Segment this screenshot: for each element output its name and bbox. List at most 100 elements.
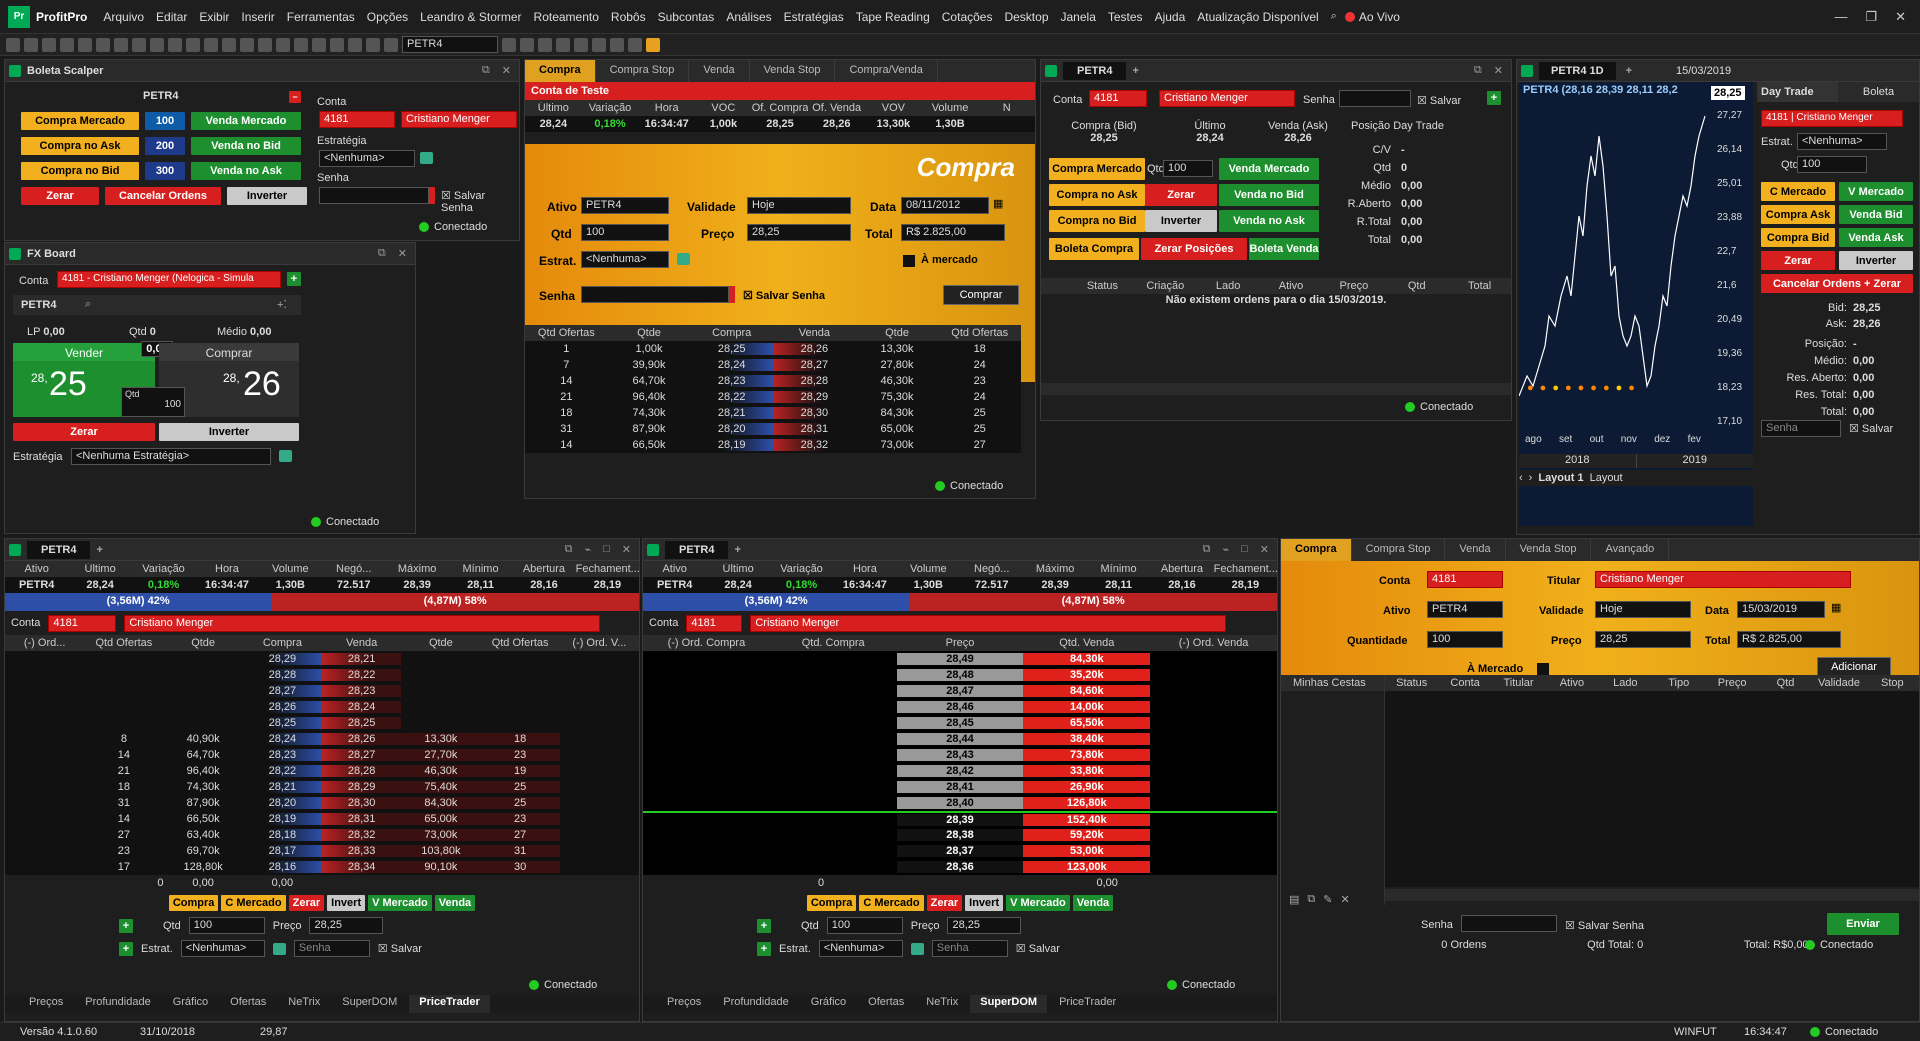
menu-item[interactable]: Robôs — [605, 10, 652, 24]
compra-bid-button[interactable]: Compra no Bid — [1049, 210, 1145, 232]
add-tab-icon[interactable]: + — [96, 544, 102, 556]
strategy-icon[interactable] — [677, 253, 690, 265]
data-input[interactable]: 15/03/2019 — [1737, 601, 1825, 618]
timeframe-icon[interactable] — [168, 37, 182, 52]
zoom-in-icon[interactable] — [330, 37, 344, 52]
adicionar-button[interactable]: Adicionar — [1817, 657, 1891, 677]
add-icon[interactable]: + — [287, 272, 301, 286]
bottom-tab-preços[interactable]: Preços — [657, 995, 711, 1013]
compra-bid-button[interactable]: Compra no Bid — [21, 162, 139, 180]
maximize-icon[interactable]: □ — [603, 543, 610, 556]
layout-tab[interactable]: Layout 1 — [1538, 472, 1583, 484]
salvar-checkbox[interactable]: ☒ Salvar — [1849, 422, 1893, 435]
tab-venda-stop[interactable]: Venda Stop — [1505, 539, 1592, 561]
book-row[interactable]: 27 63,40k 28,18 28,32 73,00k 27 — [5, 827, 639, 843]
dom-row[interactable]: 28,38 59,20k — [643, 827, 1277, 843]
preco-input[interactable]: 28,25 — [309, 917, 384, 934]
add-icon[interactable]: + — [757, 918, 771, 933]
venda-bid-button[interactable]: Venda Bid — [1839, 205, 1913, 224]
qty-300-button[interactable]: 300 — [145, 162, 185, 180]
boleta-compra-button[interactable]: Boleta Compra — [1049, 238, 1139, 260]
inverter-button[interactable]: Inverter — [159, 423, 299, 441]
action-invert-button[interactable]: Invert — [965, 895, 1004, 911]
close-icon[interactable]: ✕ — [1260, 543, 1269, 556]
search-icon[interactable]: ⌕ — [1331, 10, 1337, 23]
calculator-icon[interactable] — [502, 37, 516, 52]
bottom-tab-pricetrader[interactable]: PriceTrader — [1049, 995, 1126, 1013]
tab-compra[interactable]: Compra — [1281, 539, 1352, 561]
salvar-senha-checkbox[interactable]: ☒ Salvar Senha — [441, 189, 519, 214]
horizontal-scrollbar[interactable] — [1041, 383, 1511, 395]
qtd-input[interactable]: 100 — [188, 917, 265, 934]
venda-ask-button[interactable]: Venda Ask — [1839, 228, 1913, 247]
book-row[interactable]: 8 40,90k 28,24 28,26 13,30k 18 — [5, 731, 639, 747]
bottom-tab-ofertas[interactable]: Ofertas — [220, 995, 276, 1013]
bottom-tab-pricetrader[interactable]: PriceTrader — [409, 995, 490, 1013]
line-icon[interactable] — [240, 37, 254, 52]
data-input[interactable]: 08/11/2012 — [901, 197, 989, 214]
salvar-checkbox[interactable]: ☒ Salvar — [1417, 94, 1461, 107]
boleta-venda-button[interactable]: Boleta Venda — [1249, 238, 1319, 260]
dom-row[interactable]: 28,43 73,80k — [643, 747, 1277, 763]
draw-icon[interactable] — [294, 37, 308, 52]
delete-icon[interactable]: ✕ — [1340, 893, 1349, 906]
grid-icon[interactable] — [384, 37, 398, 52]
senha-input[interactable]: Senha — [931, 940, 1008, 957]
timeframe-icon[interactable] — [204, 37, 218, 52]
strategy-icon[interactable] — [420, 152, 433, 164]
save-icon[interactable] — [6, 37, 20, 52]
dom-row[interactable]: 28,49 84,30k — [643, 651, 1277, 667]
add-icon[interactable]: + — [119, 941, 133, 956]
tab-petr4[interactable]: PETR4 — [1063, 61, 1127, 80]
estrategia-select[interactable]: <Nenhuma> — [319, 150, 415, 167]
senha-input[interactable]: Senha — [293, 940, 370, 957]
compra-ask-button[interactable]: Compra no Ask — [1049, 184, 1145, 206]
popout-icon[interactable]: ⧉ — [565, 543, 573, 556]
menu-item[interactable]: Janela — [1055, 10, 1102, 24]
tab-avan-ado[interactable]: Avançado — [1591, 539, 1670, 561]
cancelar-zerar-button[interactable]: Cancelar Ordens + Zerar — [1761, 274, 1913, 293]
popout-icon[interactable]: ⧉ — [1203, 543, 1211, 556]
compra-bid-button[interactable]: Compra Bid — [1761, 228, 1835, 247]
menu-item[interactable]: Subcontas — [652, 10, 721, 24]
horizontal-scrollbar[interactable] — [1385, 889, 1919, 901]
add-tab-icon[interactable]: + — [734, 544, 740, 556]
bottom-tab-superdom[interactable]: SuperDOM — [970, 995, 1048, 1013]
menu-item[interactable]: Tape Reading — [850, 10, 936, 24]
window-icon[interactable] — [538, 37, 552, 52]
mercado-checkbox[interactable] — [1537, 663, 1549, 675]
salvar-checkbox[interactable]: ☒ Salvar — [378, 942, 422, 955]
book-row[interactable]: 14 64,70k 28,23 28,28 46,30k 23 — [525, 373, 1021, 389]
titular-select[interactable]: Cristiano Menger — [750, 614, 1227, 632]
book-row[interactable]: 31 87,90k 28,20 28,31 65,00k 25 — [525, 421, 1021, 437]
book-icon[interactable] — [556, 37, 570, 52]
salvar-senha-checkbox[interactable]: ☒ Salvar Senha — [743, 289, 825, 302]
book-row[interactable]: 23 69,70k 28,17 28,33 103,80k 31 — [5, 843, 639, 859]
link-icon[interactable]: ⌁ — [585, 543, 592, 556]
tab-boleta[interactable]: Boleta — [1838, 82, 1919, 102]
venda-mercado-button[interactable]: Venda Mercado — [1219, 158, 1319, 180]
zerar-button[interactable]: Zerar — [13, 423, 155, 441]
layout-tab[interactable]: Layout — [1590, 472, 1623, 484]
compra-mercado-button[interactable]: Compra Mercado — [21, 112, 139, 130]
c-mercado-button[interactable]: C Mercado — [1761, 182, 1835, 201]
tab-venda[interactable]: Venda — [1445, 539, 1506, 561]
menu-item[interactable]: Leandro & Stormer — [414, 10, 527, 24]
conta-select[interactable]: 4181 — [48, 614, 117, 632]
tools-icon[interactable] — [574, 37, 588, 52]
tab-petr4[interactable]: PETR4 — [27, 540, 91, 559]
venda-bid-button[interactable]: Venda no Bid — [1219, 184, 1319, 206]
prev-icon[interactable]: ‹ — [1519, 472, 1523, 484]
action-c-mercado-button[interactable]: C Mercado — [221, 895, 286, 911]
preco-input[interactable]: 28,25 — [1595, 631, 1691, 648]
book-row[interactable]: 17 128,80k 28,16 28,34 90,10k 30 — [5, 859, 639, 875]
validade-select[interactable]: Hoje — [747, 197, 851, 214]
cancelar-ordens-button[interactable]: Cancelar Ordens — [105, 187, 221, 205]
timeframe-icon[interactable] — [150, 37, 164, 52]
link-icon[interactable]: ⌁ — [1223, 543, 1230, 556]
bottom-tab-superdom[interactable]: SuperDOM — [332, 995, 407, 1013]
tab-venda[interactable]: Venda — [689, 60, 750, 82]
book-row[interactable]: 28,27 28,23 — [5, 683, 639, 699]
senha-input[interactable]: Senha — [1761, 420, 1841, 437]
tab-compra-stop[interactable]: Compra Stop — [1351, 539, 1446, 561]
